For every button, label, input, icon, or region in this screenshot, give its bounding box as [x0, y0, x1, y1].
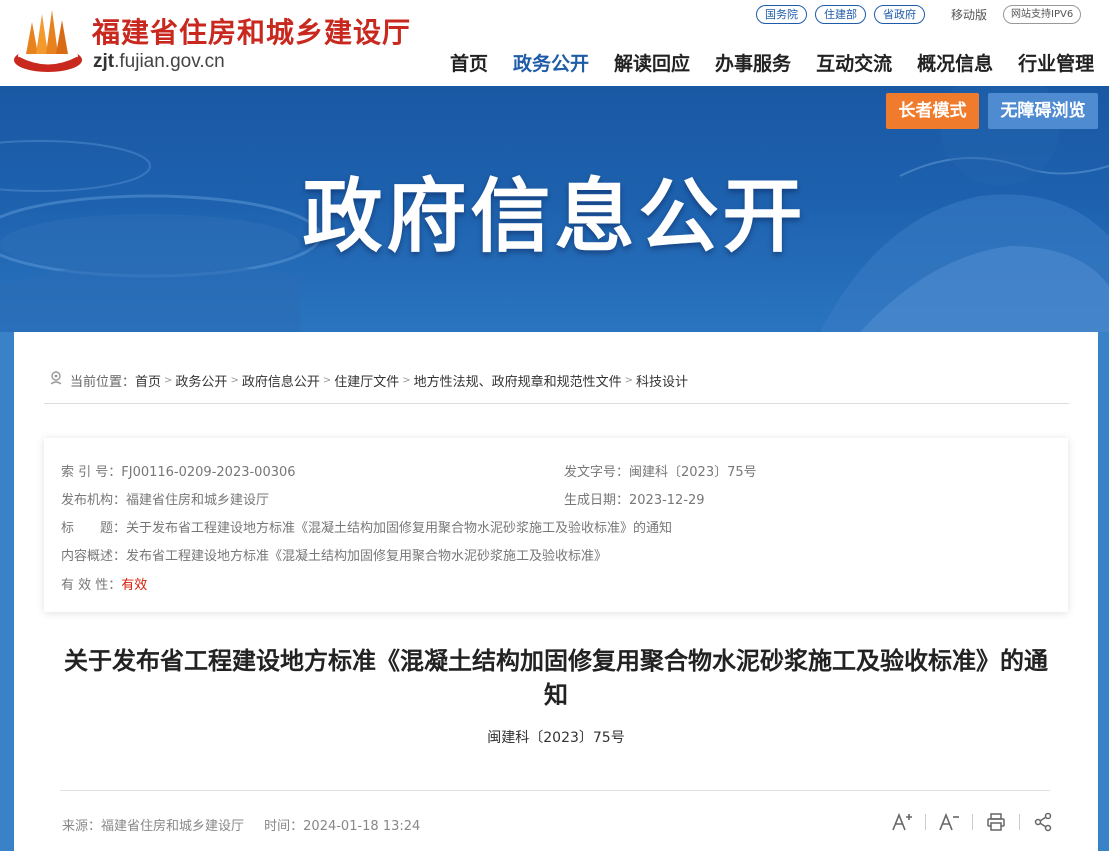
divider: [60, 790, 1050, 791]
meta-issuer: 发布机构：福建省住房和城乡建设厅: [61, 493, 270, 508]
document-title: 关于发布省工程建设地方标准《混凝土结构加固修复用聚合物水泥砂浆施工及验收标准》的…: [64, 647, 1048, 709]
chevron-right-icon: >: [402, 374, 411, 386]
site-logo-emblem[interactable]: [12, 8, 84, 74]
document-toolbar: [890, 810, 1055, 834]
banner-title: 政府信息公开: [302, 170, 807, 263]
toolbar-separator: [1019, 814, 1020, 830]
font-increase-icon[interactable]: [890, 810, 914, 834]
chevron-right-icon: >: [322, 374, 332, 386]
nav-industry[interactable]: 行业管理: [1018, 49, 1094, 76]
nav-services[interactable]: 办事服务: [715, 49, 791, 76]
site-name[interactable]: 福建省住房和城乡建设厅: [92, 11, 411, 51]
meta-doc-number: 发文字号：闽建科〔2023〕75号: [564, 465, 757, 480]
breadcrumb-item-home[interactable]: 首页: [135, 371, 161, 390]
mobile-version-link[interactable]: 移动版: [951, 6, 987, 23]
document-source: 来源：福建省住房和城乡建设厅: [62, 819, 245, 834]
link-province-gov[interactable]: 省政府: [874, 5, 925, 24]
breadcrumb-item-dept-docs[interactable]: 住建厅文件: [334, 371, 399, 390]
breadcrumb-item-tech-design[interactable]: 科技设计: [636, 371, 688, 390]
toolbar-separator: [972, 814, 973, 830]
divider: [44, 403, 1069, 404]
chevron-right-icon: >: [164, 374, 173, 386]
toolbar-separator: [925, 814, 926, 830]
side-background-left: [0, 332, 14, 851]
link-mohurd[interactable]: 住建部: [815, 5, 866, 24]
print-icon[interactable]: [984, 810, 1008, 834]
breadcrumb: 当前位置： 首页 > 政务公开 > 政府信息公开 > 住建厅文件 > 地方性法规…: [48, 370, 688, 390]
accessible-browse-button[interactable]: 无障碍浏览: [988, 93, 1098, 129]
meta-title: 标 题：关于发布省工程建设地方标准《混凝土结构加固修复用聚合物水泥砂浆施工及验收…: [61, 521, 673, 536]
share-icon[interactable]: [1031, 810, 1055, 834]
link-state-council[interactable]: 国务院: [756, 5, 807, 24]
font-decrease-icon[interactable]: [937, 810, 961, 834]
document-footer-info: 来源：福建省住房和城乡建设厅 时间：2024-01-18 13:24: [62, 815, 420, 834]
doc-meta-card: 索 引 号：FJ00116-0209-2023-00306 发文字号：闽建科〔2…: [44, 438, 1068, 612]
nav-gov-affairs[interactable]: 政务公开: [513, 49, 589, 76]
meta-summary: 内容概述：发布省工程建设地方标准《混凝土结构加固修复用聚合物水泥砂浆施工及验收标…: [61, 549, 608, 564]
document-number: 闽建科〔2023〕75号: [487, 730, 625, 746]
nav-interpretation[interactable]: 解读回应: [614, 49, 690, 76]
location-icon: [48, 370, 64, 390]
nav-home[interactable]: 首页: [450, 49, 488, 76]
main-nav: 首页 政务公开 解读回应 办事服务 互动交流 概况信息 行业管理: [450, 49, 1094, 76]
ipv6-badge: 网站支持IPV6: [1003, 5, 1082, 24]
meta-index: 索 引 号：FJ00116-0209-2023-00306: [61, 465, 296, 480]
side-background-right: [1098, 332, 1109, 851]
top-links: 国务院 住建部 省政府 移动版 网站支持IPV6: [756, 5, 1082, 24]
breadcrumb-item-gov-affairs[interactable]: 政务公开: [175, 371, 227, 390]
content-panel: 当前位置： 首页 > 政务公开 > 政府信息公开 > 住建厅文件 > 地方性法规…: [14, 332, 1098, 851]
site-domain: zjt.fujian.gov.cn: [93, 51, 225, 72]
nav-interaction[interactable]: 互动交流: [816, 49, 892, 76]
site-header: 福建省住房和城乡建设厅 zjt.fujian.gov.cn 国务院 住建部 省政…: [0, 0, 1109, 86]
nav-overview[interactable]: 概况信息: [917, 49, 993, 76]
breadcrumb-label: 当前位置：: [70, 374, 136, 390]
meta-date: 生成日期：2023-12-29: [564, 493, 705, 508]
meta-validity: 有 效 性：有效: [61, 578, 148, 593]
chevron-right-icon: >: [624, 374, 634, 386]
breadcrumb-item-info-disclosure[interactable]: 政府信息公开: [242, 371, 320, 390]
document-time: 时间：2024-01-18 13:24: [264, 819, 421, 834]
breadcrumb-item-regulations[interactable]: 地方性法规、政府规章和规范性文件: [414, 371, 622, 390]
elder-mode-button[interactable]: 长者模式: [886, 93, 979, 129]
banner: 长者模式 无障碍浏览 政府信息公开: [0, 86, 1109, 332]
chevron-right-icon: >: [230, 374, 239, 386]
